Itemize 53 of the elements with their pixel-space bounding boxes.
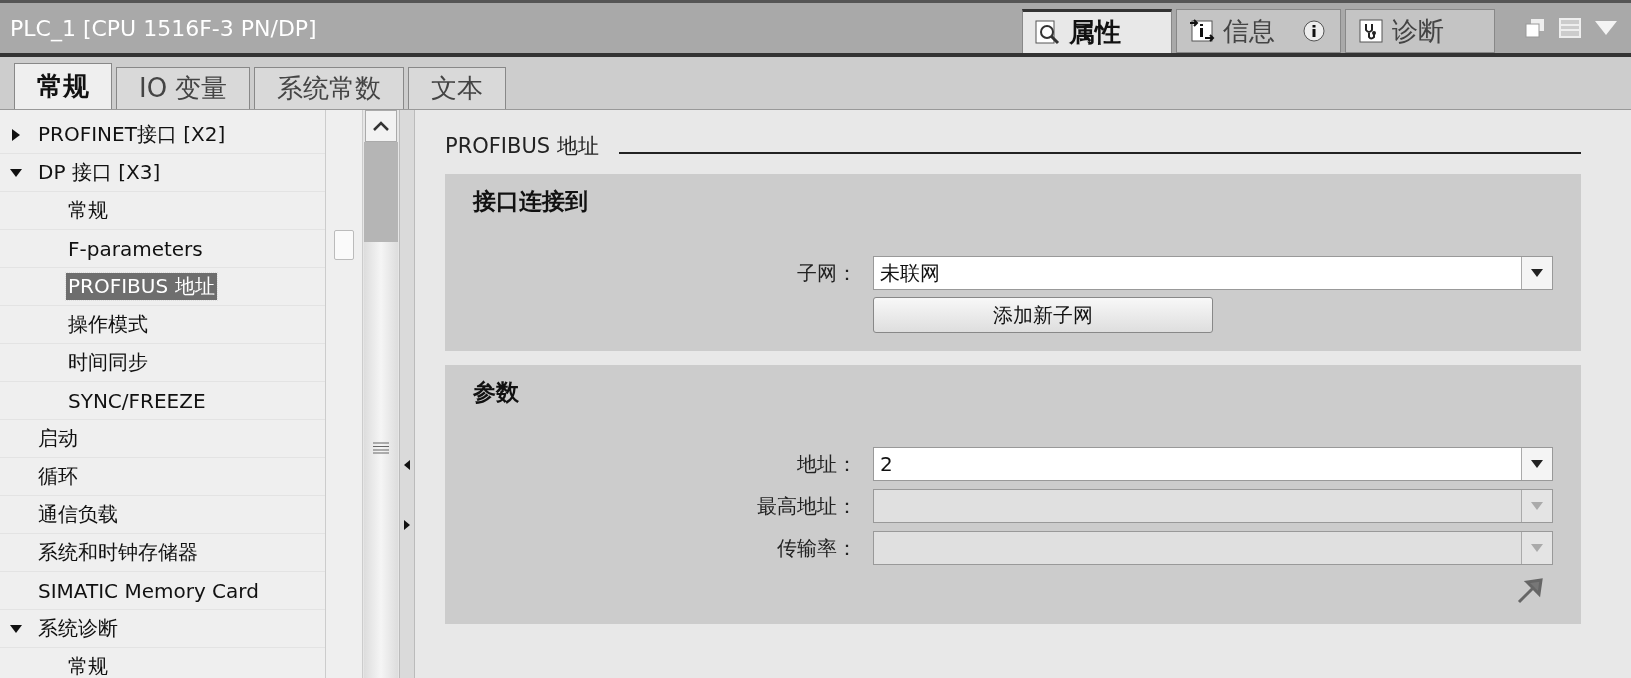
expanded-arrow-icon[interactable] bbox=[10, 166, 22, 179]
dropdown-arrow-icon bbox=[1531, 269, 1543, 277]
expanded-arrow-icon[interactable] bbox=[10, 622, 22, 635]
dropdown-field[interactable]: 2 bbox=[873, 447, 1553, 481]
panel-title: PLC_1 [CPU 1516F-3 PN/DP] bbox=[10, 15, 317, 41]
property-tab[interactable]: IO 变量 bbox=[116, 67, 251, 109]
tree-item[interactable]: F-parameters bbox=[66, 236, 205, 261]
view-tab[interactable]: 诊断 bbox=[1345, 9, 1495, 53]
tree-item[interactable]: 常规 bbox=[66, 653, 110, 678]
dropdown-field[interactable]: 未联网 bbox=[873, 256, 1553, 290]
dropdown-arrow-icon bbox=[1531, 460, 1543, 468]
group-title: 参数 bbox=[473, 378, 520, 407]
info-icon bbox=[1303, 20, 1325, 42]
property-tab[interactable]: 系统常数 bbox=[254, 67, 405, 109]
collapse-left-icon[interactable] bbox=[404, 460, 410, 470]
tree-item[interactable]: PROFIBUS 地址 bbox=[66, 273, 217, 300]
tree-item[interactable]: SYNC/FREEZE bbox=[66, 388, 208, 413]
tree-item[interactable]: 操作模式 bbox=[66, 311, 150, 338]
property-tab[interactable]: 常规 bbox=[14, 63, 112, 109]
section-heading: PROFIBUS 地址 bbox=[445, 133, 599, 160]
grip-icon[interactable] bbox=[373, 442, 389, 454]
tree-item[interactable]: SIMATIC Memory Card bbox=[36, 578, 261, 603]
field-label: 最高地址： bbox=[756, 492, 857, 520]
add-subnet-button[interactable]: 添加新子网 bbox=[873, 297, 1213, 333]
expand-right-icon[interactable] bbox=[404, 520, 410, 530]
collapsed-arrow-icon[interactable] bbox=[10, 128, 22, 141]
magnifier-document-icon bbox=[1035, 19, 1061, 46]
view-tab[interactable]: 信息 bbox=[1176, 9, 1341, 53]
tree-item[interactable]: 系统和时钟存储器 bbox=[36, 539, 200, 566]
tree-item[interactable]: 启动 bbox=[36, 425, 80, 452]
field-label: 传输率： bbox=[776, 534, 857, 562]
tree-item[interactable]: PROFINET接口 [X2] bbox=[36, 121, 228, 148]
dropdown-arrow-icon bbox=[1531, 544, 1543, 552]
group-title: 接口连接到 bbox=[473, 187, 589, 216]
property-tab[interactable]: 文本 bbox=[408, 67, 507, 109]
tree-item[interactable]: DP 接口 [X3] bbox=[36, 159, 163, 186]
arrow-document-icon bbox=[1189, 18, 1215, 44]
stethoscope-icon bbox=[1358, 18, 1384, 44]
restore-window-icon[interactable] bbox=[1525, 18, 1545, 38]
view-tab[interactable]: 属性 bbox=[1022, 9, 1172, 53]
dropdown-arrow-icon bbox=[1531, 502, 1543, 510]
tree-item[interactable]: 循环 bbox=[36, 463, 80, 490]
field-label: 地址： bbox=[796, 450, 857, 478]
tree-item[interactable]: 常规 bbox=[66, 197, 110, 224]
scrollbar-thumb[interactable] bbox=[364, 142, 398, 242]
tree-item[interactable]: 时间同步 bbox=[66, 349, 150, 376]
tree-item[interactable]: 系统诊断 bbox=[36, 615, 120, 642]
scroll-up-button[interactable] bbox=[365, 110, 397, 142]
field-label: 子网： bbox=[796, 259, 857, 287]
diagonal-arrow-icon[interactable] bbox=[1515, 578, 1543, 606]
tree-item[interactable]: 通信负载 bbox=[36, 501, 120, 528]
scroll-marker bbox=[334, 230, 354, 260]
chevron-up-icon bbox=[373, 121, 389, 131]
